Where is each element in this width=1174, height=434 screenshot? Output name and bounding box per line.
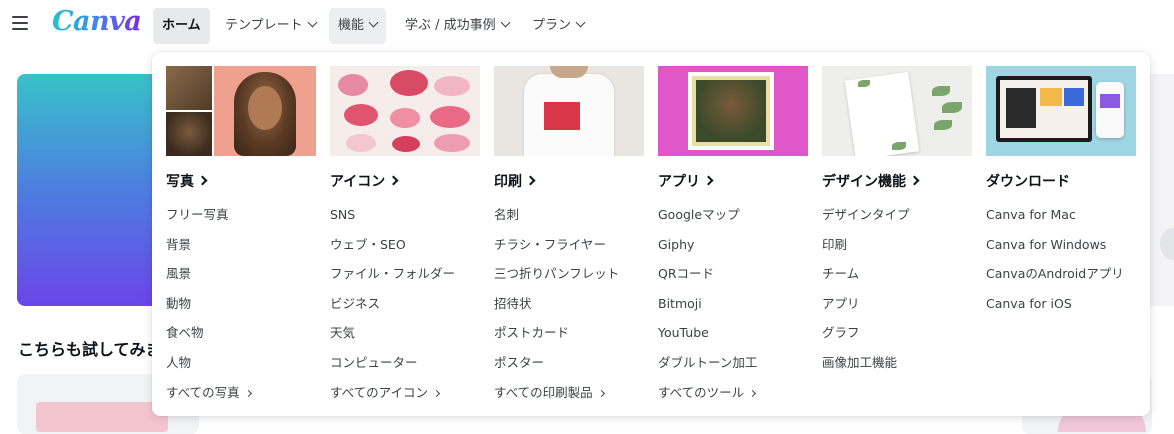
icons-thumbnail[interactable] bbox=[330, 66, 480, 156]
menu-title-label: 写真 bbox=[166, 174, 194, 190]
menu-column-download: ダウンロード Canva for Mac Canva for Windows C… bbox=[986, 66, 1136, 318]
menu-title-design-features[interactable]: デザイン機能 bbox=[822, 172, 972, 192]
nav-templates[interactable]: テンプレート bbox=[216, 8, 325, 44]
menu-link-all[interactable]: すべての印刷製品 bbox=[494, 378, 644, 408]
menu-link[interactable]: SNS bbox=[330, 200, 480, 230]
chevron-right-icon bbox=[197, 175, 208, 186]
menu-link[interactable]: チラシ・フライヤー bbox=[494, 230, 644, 260]
menu-link[interactable]: ポストカード bbox=[494, 318, 644, 348]
menu-link[interactable]: ポスター bbox=[494, 348, 644, 378]
nav-home-label: ホーム bbox=[162, 18, 201, 33]
menu-link[interactable]: ダブルトーン加工 bbox=[658, 348, 808, 378]
menu-link[interactable]: コンピューター bbox=[330, 348, 480, 378]
menu-link[interactable]: 人物 bbox=[166, 348, 316, 378]
menu-title-label: デザイン機能 bbox=[822, 174, 906, 190]
menu-link[interactable]: チーム bbox=[822, 259, 972, 289]
menu-link[interactable]: 招待状 bbox=[494, 289, 644, 319]
menu-link[interactable]: 三つ折りパンフレット bbox=[494, 259, 644, 289]
features-dropdown-menu: 写真 フリー写真 背景 風景 動物 食べ物 人物 すべての写真 アイコン SNS bbox=[152, 52, 1150, 416]
menu-title-icons[interactable]: アイコン bbox=[330, 172, 480, 192]
design-features-thumbnail[interactable] bbox=[822, 66, 972, 156]
menu-link[interactable]: ウェブ・SEO bbox=[330, 230, 480, 260]
apps-thumbnail[interactable] bbox=[658, 66, 808, 156]
menu-link[interactable]: Canva for iOS bbox=[986, 289, 1136, 319]
nav-plans-label: プラン bbox=[532, 18, 572, 33]
menu-link[interactable]: 天気 bbox=[330, 318, 480, 348]
menu-link[interactable]: 食べ物 bbox=[166, 318, 316, 348]
menu-title-label: アプリ bbox=[658, 174, 700, 190]
menu-link-all-label: すべての写真 bbox=[166, 384, 240, 400]
menu-link[interactable]: 動物 bbox=[166, 289, 316, 319]
chevron-down-icon bbox=[307, 17, 318, 28]
menu-link[interactable]: アプリ bbox=[822, 289, 972, 319]
nav-templates-label: テンプレート bbox=[225, 18, 303, 33]
download-thumbnail[interactable] bbox=[986, 66, 1136, 156]
photos-thumbnail[interactable] bbox=[166, 66, 316, 156]
menu-link[interactable]: 背景 bbox=[166, 230, 316, 260]
chevron-down-icon bbox=[368, 17, 379, 28]
canva-logo[interactable]: Canva bbox=[52, 6, 142, 37]
menu-link-all[interactable]: すべてのアイコン bbox=[330, 378, 480, 408]
menu-link[interactable]: Giphy bbox=[658, 230, 808, 260]
menu-link-all-label: すべてのアイコン bbox=[330, 384, 429, 400]
nav-plans[interactable]: プラン bbox=[523, 8, 593, 44]
chevron-right-icon bbox=[909, 175, 920, 186]
menu-link[interactable]: 印刷 bbox=[822, 230, 972, 260]
menu-title-label: アイコン bbox=[330, 174, 386, 190]
menu-link[interactable]: グラフ bbox=[822, 318, 972, 348]
menu-link-all-label: すべてのツール bbox=[658, 384, 745, 400]
top-navigation: Canva ホーム テンプレート 機能 学ぶ / 成功事例 プラン bbox=[0, 0, 1174, 52]
chevron-right-icon bbox=[432, 389, 441, 397]
menu-link[interactable]: デザインタイプ bbox=[822, 200, 972, 230]
menu-link[interactable]: フリー写真 bbox=[166, 200, 316, 230]
menu-title-apps[interactable]: アプリ bbox=[658, 172, 808, 192]
nav-features[interactable]: 機能 bbox=[329, 8, 387, 44]
menu-link[interactable]: QRコード bbox=[658, 259, 808, 289]
nav-learn-label: 学ぶ / 成功事例 bbox=[405, 18, 496, 33]
chevron-down-icon bbox=[575, 17, 586, 28]
nav-features-label: 機能 bbox=[338, 18, 365, 33]
menu-link[interactable]: 名刺 bbox=[494, 200, 644, 230]
menu-link-all[interactable]: すべての写真 bbox=[166, 378, 316, 408]
chevron-right-icon bbox=[244, 389, 252, 397]
menu-link[interactable]: ファイル・フォルダー bbox=[330, 259, 480, 289]
menu-column-photos: 写真 フリー写真 背景 風景 動物 食べ物 人物 すべての写真 bbox=[166, 66, 316, 407]
menu-link[interactable]: ビジネス bbox=[330, 289, 480, 319]
menu-column-print: 印刷 名刺 チラシ・フライヤー 三つ折りパンフレット 招待状 ポストカード ポス… bbox=[494, 66, 644, 407]
menu-title-label: ダウンロード bbox=[986, 174, 1070, 190]
menu-title-print[interactable]: 印刷 bbox=[494, 172, 644, 192]
menu-title-label: 印刷 bbox=[494, 174, 522, 190]
menu-link-all-label: すべての印刷製品 bbox=[494, 384, 593, 400]
menu-link[interactable]: CanvaのAndroidアプリ bbox=[986, 259, 1136, 289]
menu-link-all[interactable]: すべてのツール bbox=[658, 378, 808, 408]
menu-link[interactable]: 風景 bbox=[166, 259, 316, 289]
chevron-right-icon bbox=[749, 389, 757, 397]
menu-title-photos[interactable]: 写真 bbox=[166, 172, 316, 192]
chevron-right-icon bbox=[388, 175, 399, 186]
nav-home[interactable]: ホーム bbox=[153, 8, 210, 44]
print-thumbnail[interactable] bbox=[494, 66, 644, 156]
menu-link[interactable]: Bitmoji bbox=[658, 289, 808, 319]
menu-link[interactable]: YouTube bbox=[658, 318, 808, 348]
hamburger-menu-icon[interactable] bbox=[12, 16, 28, 30]
chevron-right-icon bbox=[703, 175, 714, 186]
menu-link[interactable]: Canva for Windows bbox=[986, 230, 1136, 260]
menu-column-icons: アイコン SNS ウェブ・SEO ファイル・フォルダー ビジネス 天気 コンピュ… bbox=[330, 66, 480, 407]
menu-link[interactable]: 画像加工機能 bbox=[822, 348, 972, 378]
chevron-right-icon bbox=[597, 389, 605, 397]
chevron-right-icon bbox=[525, 175, 536, 186]
menu-column-apps: アプリ Googleマップ Giphy QRコード Bitmoji YouTub… bbox=[658, 66, 808, 407]
chevron-down-icon bbox=[500, 17, 511, 28]
section-title: こちらも試してみま bbox=[18, 340, 162, 359]
menu-link[interactable]: Canva for Mac bbox=[986, 200, 1136, 230]
menu-column-design-features: デザイン機能 デザインタイプ 印刷 チーム アプリ グラフ 画像加工機能 bbox=[822, 66, 972, 378]
menu-title-download[interactable]: ダウンロード bbox=[986, 172, 1136, 192]
menu-link[interactable]: Googleマップ bbox=[658, 200, 808, 230]
nav-learn[interactable]: 学ぶ / 成功事例 bbox=[396, 8, 518, 44]
